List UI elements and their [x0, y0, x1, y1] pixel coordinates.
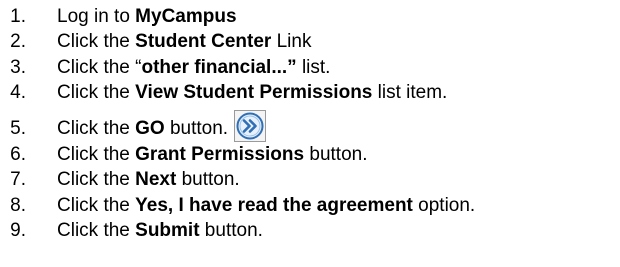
- step-9: 9. Click the Submit button.: [0, 219, 620, 245]
- step-text-post: list item.: [372, 82, 448, 103]
- step-text-post: button.: [304, 143, 368, 165]
- step-8: 8. Click the Yes, I have read the agreem…: [0, 193, 620, 219]
- step-number: 4.: [10, 82, 26, 103]
- step-text: Click the Grant Permissions button.: [57, 144, 367, 166]
- step-text-pre: Click the: [57, 143, 136, 165]
- step-text-pre: Click the: [57, 194, 136, 216]
- step-text: Click the GO button.: [57, 108, 267, 142]
- step-text-post: button.: [176, 169, 240, 190]
- step-number: 9.: [10, 220, 26, 241]
- step-text-pre: Click the: [57, 169, 136, 190]
- step-text-bold: Submit: [135, 220, 200, 241]
- instruction-steps: 1. Log in to MyCampus 2. Click the Stude…: [0, 4, 620, 244]
- step-text: Click the Student Center Link: [57, 31, 311, 53]
- step-text-bold: Yes, I have read the agreement: [135, 194, 413, 216]
- step-text-pre: Click the: [57, 31, 136, 52]
- step-text: Click the Submit button.: [57, 220, 263, 242]
- step-text-post: list.: [296, 56, 331, 78]
- step-text-post: button.: [164, 118, 229, 139]
- step-text: Click the View Student Permissions list …: [57, 82, 447, 104]
- step-text-pre: Click the: [57, 118, 136, 139]
- step-6: 6. Click the Grant Permissions button.: [0, 142, 620, 168]
- step-text-pre: Log in to: [57, 5, 136, 27]
- step-text: Click the Next button.: [57, 169, 240, 191]
- step-number: 7.: [10, 169, 26, 190]
- step-text-pre: Click the: [57, 82, 136, 103]
- step-text-bold: View Student Permissions: [135, 82, 373, 103]
- step-3: 3. Click the “other financial...” list.: [0, 55, 620, 81]
- step-4: 4. Click the View Student Permissions li…: [0, 81, 620, 107]
- step-text-bold: Student Center: [135, 31, 272, 52]
- step-number: 8.: [10, 194, 26, 216]
- step-number: 2.: [10, 31, 26, 52]
- step-number: 1.: [10, 5, 26, 27]
- step-text-post: button.: [199, 220, 263, 241]
- step-text-post: option.: [412, 194, 476, 216]
- step-text-bold: Next: [135, 169, 177, 190]
- step-text-post: Link: [271, 31, 312, 52]
- step-text: Log in to MyCampus: [57, 6, 237, 28]
- step-number: 6.: [10, 143, 26, 165]
- step-2: 2. Click the Student Center Link: [0, 30, 620, 56]
- step-5: 5. Click the GO button.: [0, 106, 620, 142]
- step-7: 7. Click the Next button.: [0, 168, 620, 194]
- step-number: 3.: [10, 56, 26, 78]
- step-text: Click the Yes, I have read the agreement…: [57, 195, 475, 217]
- step-text-bold: other financial...”: [141, 56, 297, 78]
- step-text-bold: MyCampus: [135, 5, 237, 27]
- step-number: 5.: [10, 118, 26, 139]
- step-text-pre: Click the “: [57, 56, 142, 78]
- step-text-bold: GO: [135, 118, 165, 139]
- step-text-bold: Grant Permissions: [135, 143, 305, 165]
- go-double-chevron-icon: [234, 110, 267, 142]
- step-text: Click the “other financial...” list.: [57, 57, 330, 79]
- step-text-pre: Click the: [57, 220, 136, 241]
- step-1: 1. Log in to MyCampus: [0, 4, 620, 30]
